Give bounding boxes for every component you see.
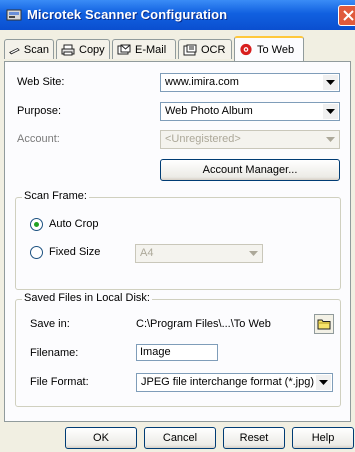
tab-to-web[interactable]: To Web: [234, 36, 304, 61]
ocr-icon: [183, 44, 197, 55]
tab-to-web-label: To Web: [257, 43, 295, 56]
tab-ocr[interactable]: OCR: [178, 39, 232, 59]
tab-email[interactable]: E-Mail: [112, 39, 176, 59]
web-site-value: www.imira.com: [165, 76, 239, 88]
help-button[interactable]: Help: [292, 427, 354, 449]
cancel-button[interactable]: Cancel: [144, 427, 216, 449]
fixed-size-value: A4: [140, 247, 154, 259]
scanner-app-icon: [6, 7, 22, 23]
account-label: Account:: [17, 133, 60, 145]
filename-value: Image: [140, 346, 171, 358]
file-format-select[interactable]: JPEG file interchange format (*.jpg): [136, 373, 333, 392]
account-select[interactable]: <Unregistered>: [160, 130, 340, 149]
close-icon: [343, 10, 354, 21]
fixed-size-label: Fixed Size: [49, 246, 101, 258]
chevron-down-icon: [323, 132, 338, 147]
chevron-down-icon: [246, 246, 261, 261]
email-icon: [117, 44, 131, 54]
browse-folder-button[interactable]: [314, 314, 334, 334]
filename-label: Filename:: [30, 347, 79, 359]
to-web-panel: Web Site: www.imira.com Purpose: Web Pho…: [4, 61, 351, 422]
auto-crop-label: Auto Crop: [49, 218, 99, 230]
tab-scan[interactable]: Scan: [4, 39, 54, 59]
close-button[interactable]: [338, 5, 355, 26]
scanner-config-window: Microtek Scanner Configuration Scan Copy…: [0, 0, 355, 452]
auto-crop-radio[interactable]: [30, 218, 43, 231]
tab-email-label: E-Mail: [135, 43, 167, 56]
chevron-down-icon: [323, 75, 338, 90]
saved-files-title: Saved Files in Local Disk:: [22, 292, 152, 304]
purpose-value: Web Photo Album: [165, 105, 253, 117]
tab-copy[interactable]: Copy: [56, 39, 110, 59]
save-in-label: Save in:: [30, 318, 70, 330]
folder-icon: [317, 319, 331, 330]
tab-scan-label: Scan: [23, 43, 49, 56]
tab-ocr-label: OCR: [201, 43, 226, 56]
purpose-select[interactable]: Web Photo Album: [160, 102, 340, 121]
filename-input[interactable]: Image: [136, 344, 218, 361]
scan-icon: [9, 47, 20, 54]
account-value: <Unregistered>: [165, 133, 241, 145]
file-format-value: JPEG file interchange format (*.jpg): [141, 376, 315, 388]
chevron-down-icon: [316, 375, 331, 390]
ok-button[interactable]: OK: [65, 427, 137, 449]
reset-button[interactable]: Reset: [223, 427, 285, 449]
tab-copy-label: Copy: [79, 43, 105, 56]
purpose-label: Purpose:: [17, 105, 62, 117]
chevron-down-icon: [323, 104, 338, 119]
fixed-size-select[interactable]: A4: [135, 244, 263, 263]
account-manager-button[interactable]: Account Manager...: [160, 159, 340, 181]
save-in-path: C:\Program Files\...\To Web: [136, 318, 271, 330]
printer-icon: [61, 44, 75, 55]
file-format-label: File Format:: [30, 376, 89, 388]
web-site-select[interactable]: www.imira.com: [160, 73, 340, 92]
fixed-size-radio[interactable]: [30, 246, 43, 259]
scan-frame-title: Scan Frame:: [22, 190, 89, 202]
window-title: Microtek Scanner Configuration: [27, 7, 228, 22]
web-icon: [240, 43, 252, 56]
title-bar[interactable]: Microtek Scanner Configuration: [0, 0, 355, 30]
web-site-label: Web Site:: [17, 76, 65, 88]
